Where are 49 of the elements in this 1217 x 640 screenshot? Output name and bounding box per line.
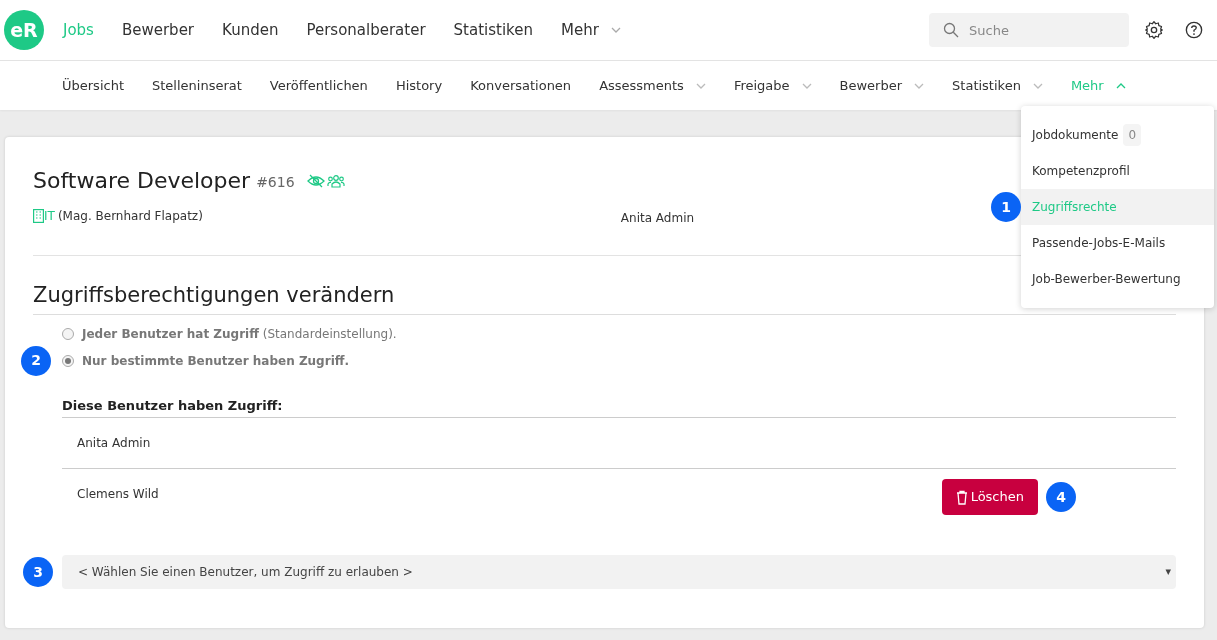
subnav-tab[interactable]: History xyxy=(395,75,443,96)
caret-down-icon xyxy=(1032,82,1043,89)
radio-label: Jeder Benutzer hat Zugriff (Standardeinstellung). xyxy=(82,325,397,343)
caret-down-icon xyxy=(695,82,706,89)
eye-slash-icon xyxy=(306,173,325,188)
subnav-tab[interactable]: Freigabe xyxy=(733,75,812,96)
radio-button[interactable] xyxy=(62,354,74,367)
users-icon xyxy=(326,173,345,188)
owner-name: Anita Admin xyxy=(620,210,695,227)
count-badge: 0 xyxy=(1123,124,1142,146)
job-title: Software Developer xyxy=(33,167,251,195)
caret-down-icon xyxy=(914,82,925,89)
nav-link[interactable]: Bewerber xyxy=(121,18,195,42)
subnav-tab[interactable]: Assessments xyxy=(599,75,706,96)
radio-label: Nur bestimmte Benutzer haben Zugriff. xyxy=(82,352,350,370)
settings-icon[interactable] xyxy=(1144,20,1164,40)
callout-marker: 3 xyxy=(23,557,53,587)
callout-marker: 2 xyxy=(21,345,51,376)
subnav-tab[interactable]: Stelleninserat xyxy=(152,75,242,96)
nav-link[interactable]: Personalberater xyxy=(306,18,426,42)
caret-down-icon xyxy=(801,82,812,89)
menu-item[interactable]: Jobdokumente 0 xyxy=(1021,117,1214,153)
help-icon[interactable] xyxy=(1185,21,1203,39)
subnav-tab[interactable]: Übersicht xyxy=(62,75,124,96)
caret-down-icon xyxy=(610,27,621,33)
subnav-tab[interactable]: Konversationen xyxy=(470,75,572,96)
user-name: Anita Admin xyxy=(77,435,151,452)
nav-link[interactable]: Statistiken xyxy=(453,18,533,42)
caret-up-icon xyxy=(1115,82,1126,89)
nav-link[interactable]: Mehr xyxy=(561,18,621,42)
search-icon xyxy=(943,22,959,38)
user-select[interactable]: < Wählen Sie einen Benutzer, um Zugriff zu erlauben > ▾ xyxy=(62,555,1176,589)
delete-button[interactable]: Löschen xyxy=(941,479,1038,515)
trash-icon xyxy=(955,489,968,505)
search-field[interactable]: Suche xyxy=(929,13,1129,47)
users-heading: Diese Benutzer haben Zugriff: xyxy=(62,395,1176,418)
subnav-tab[interactable]: Veröffentlichen xyxy=(269,75,368,96)
radio-button[interactable] xyxy=(62,327,74,340)
subnav-tab[interactable]: Bewerber xyxy=(839,75,925,96)
menu-item[interactable]: Passende-Jobs-E-Mails xyxy=(1021,225,1214,261)
dropdown-arrow-icon: ▾ xyxy=(1165,563,1171,581)
menu-item[interactable]: Kompetenzprofil xyxy=(1021,153,1214,189)
contact-person: (Mag. Bernhard Flapatz) xyxy=(57,208,203,225)
subnav-tab[interactable]: Statistiken xyxy=(952,75,1043,96)
nav-link[interactable]: Kunden xyxy=(222,18,279,42)
building-icon xyxy=(33,209,44,223)
callout-marker: 4 xyxy=(1046,482,1076,512)
job-number: #616 xyxy=(256,173,295,192)
user-name: Clemens Wild xyxy=(77,486,159,503)
